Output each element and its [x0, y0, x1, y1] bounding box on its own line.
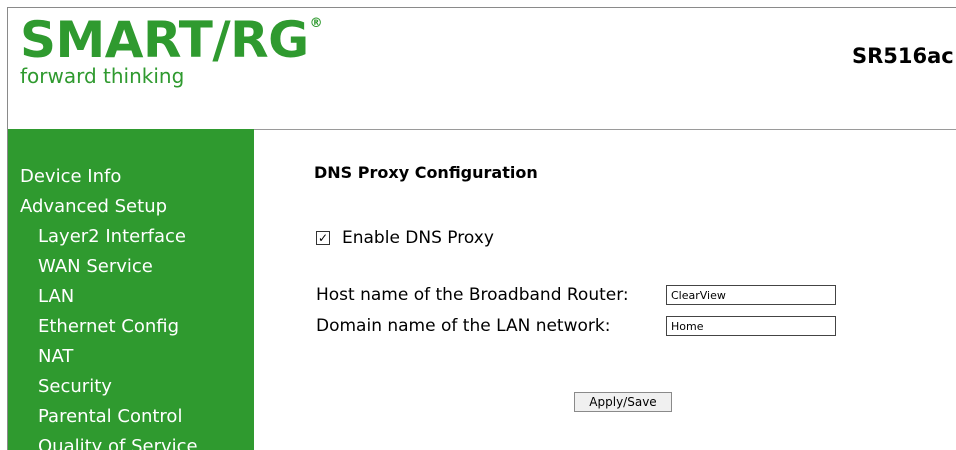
domain-name-row: Domain name of the LAN network: [316, 316, 836, 336]
checkmark-icon: ✓ [317, 231, 329, 245]
header: SMART/RG® forward thinking SR516ac [8, 8, 956, 130]
sidebar-item-nat[interactable]: NAT [8, 342, 254, 372]
sidebar-item-lan[interactable]: LAN [8, 282, 254, 312]
router-admin-window: SMART/RG® forward thinking SR516ac Devic… [7, 7, 956, 450]
sidebar-item-quality-of-service[interactable]: Quality of Service [8, 432, 254, 450]
page-title: DNS Proxy Configuration [314, 163, 538, 182]
host-name-label: Host name of the Broadband Router: [316, 285, 629, 305]
enable-dns-proxy-label: Enable DNS Proxy [342, 228, 494, 248]
sidebar-item-ethernet-config[interactable]: Ethernet Config [8, 312, 254, 342]
host-name-row: Host name of the Broadband Router: [316, 285, 836, 305]
domain-name-input[interactable] [666, 316, 836, 336]
host-name-input[interactable] [666, 285, 836, 305]
sidebar-item-security[interactable]: Security [8, 372, 254, 402]
sidebar-item-wan-service[interactable]: WAN Service [8, 252, 254, 282]
brand-logo: SMART/RG® [20, 8, 323, 72]
enable-dns-proxy-checkbox[interactable]: ✓ [316, 231, 330, 245]
sidebar-item-layer2-interface[interactable]: Layer2 Interface [8, 222, 254, 252]
sidebar-nav: Device Info Advanced Setup Layer2 Interf… [8, 129, 254, 450]
sidebar-item-advanced-setup[interactable]: Advanced Setup [8, 192, 254, 222]
domain-name-label: Domain name of the LAN network: [316, 316, 611, 336]
brand-tagline: forward thinking [20, 64, 185, 88]
sidebar-menu: Device Info Advanced Setup Layer2 Interf… [8, 162, 254, 450]
logo-text: SMART/RG [20, 11, 309, 69]
enable-dns-proxy-row[interactable]: ✓ Enable DNS Proxy [316, 228, 494, 248]
sidebar-item-device-info[interactable]: Device Info [8, 162, 254, 192]
model-name: SR516ac [852, 44, 954, 68]
main-content: DNS Proxy Configuration ✓ Enable DNS Pro… [254, 130, 956, 450]
sidebar-item-parental-control[interactable]: Parental Control [8, 402, 254, 432]
apply-save-button[interactable]: Apply/Save [574, 392, 672, 412]
registered-mark: ® [309, 16, 323, 31]
